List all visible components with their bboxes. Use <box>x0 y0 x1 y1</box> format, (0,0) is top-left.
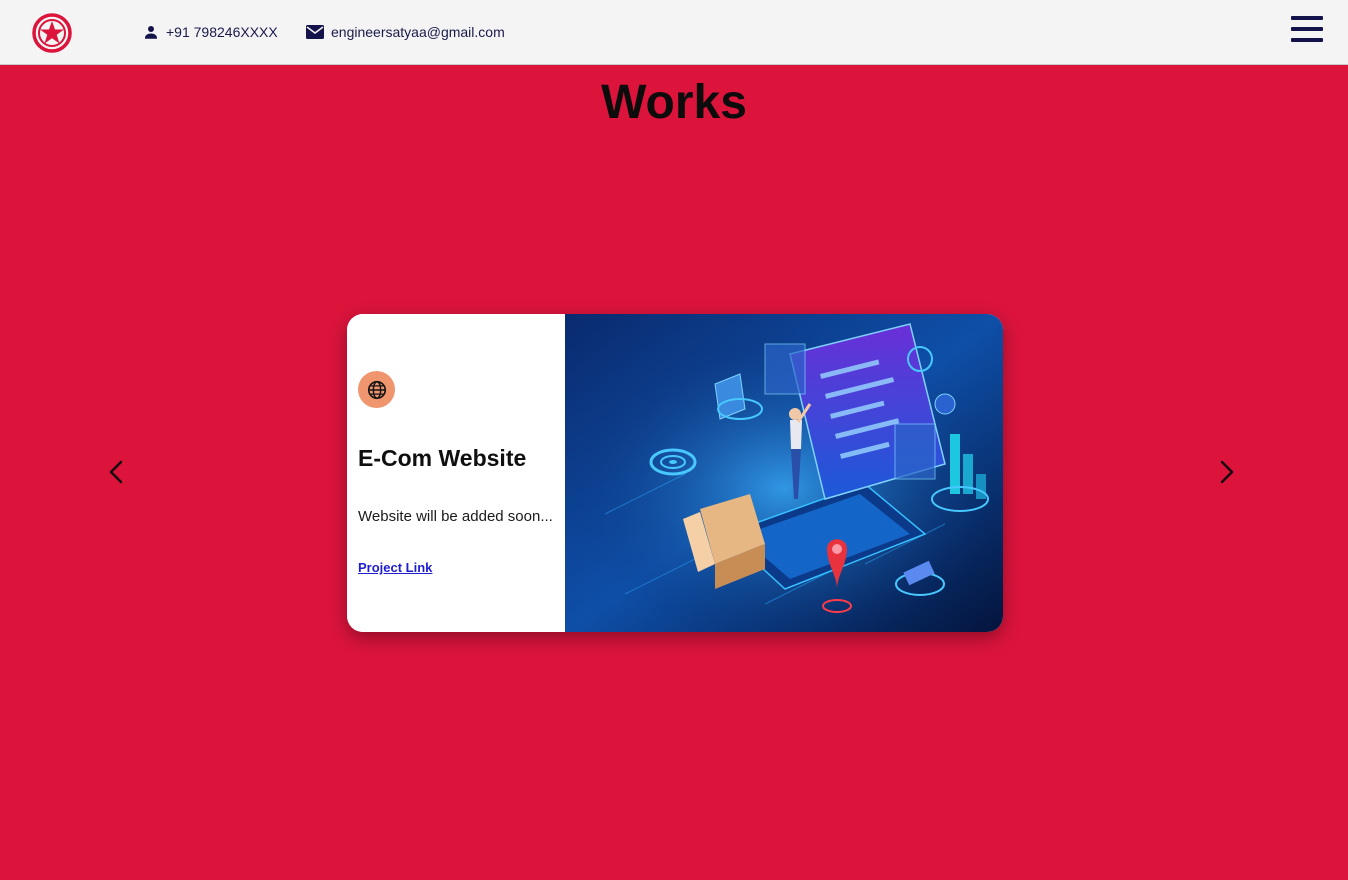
project-title: E-Com Website <box>358 445 527 471</box>
mail-icon <box>306 25 324 39</box>
project-image <box>565 314 1003 632</box>
chevron-right-icon[interactable] <box>1211 456 1243 488</box>
project-link[interactable]: Project Link <box>358 560 432 575</box>
top-bar: +91 798246XXXX engineersatyaa@gmail.com <box>0 0 1348 65</box>
page-title: Works <box>601 76 747 129</box>
globe-icon <box>358 371 395 408</box>
hamburger-menu-icon[interactable] <box>1291 16 1323 46</box>
project-card-info: E-Com Website Website will be added soon… <box>347 314 565 632</box>
chevron-left-icon[interactable] <box>100 456 132 488</box>
phone-number: +91 798246XXXX <box>166 24 278 40</box>
email-contact[interactable]: engineersatyaa@gmail.com <box>305 22 505 42</box>
project-card: E-Com Website Website will be added soon… <box>347 314 1003 632</box>
star-logo-icon[interactable] <box>31 12 73 54</box>
person-icon <box>145 26 157 39</box>
phone-contact: +91 798246XXXX <box>142 22 278 42</box>
project-description: Website will be added soon... <box>358 508 553 525</box>
email-address: engineersatyaa@gmail.com <box>331 24 505 40</box>
